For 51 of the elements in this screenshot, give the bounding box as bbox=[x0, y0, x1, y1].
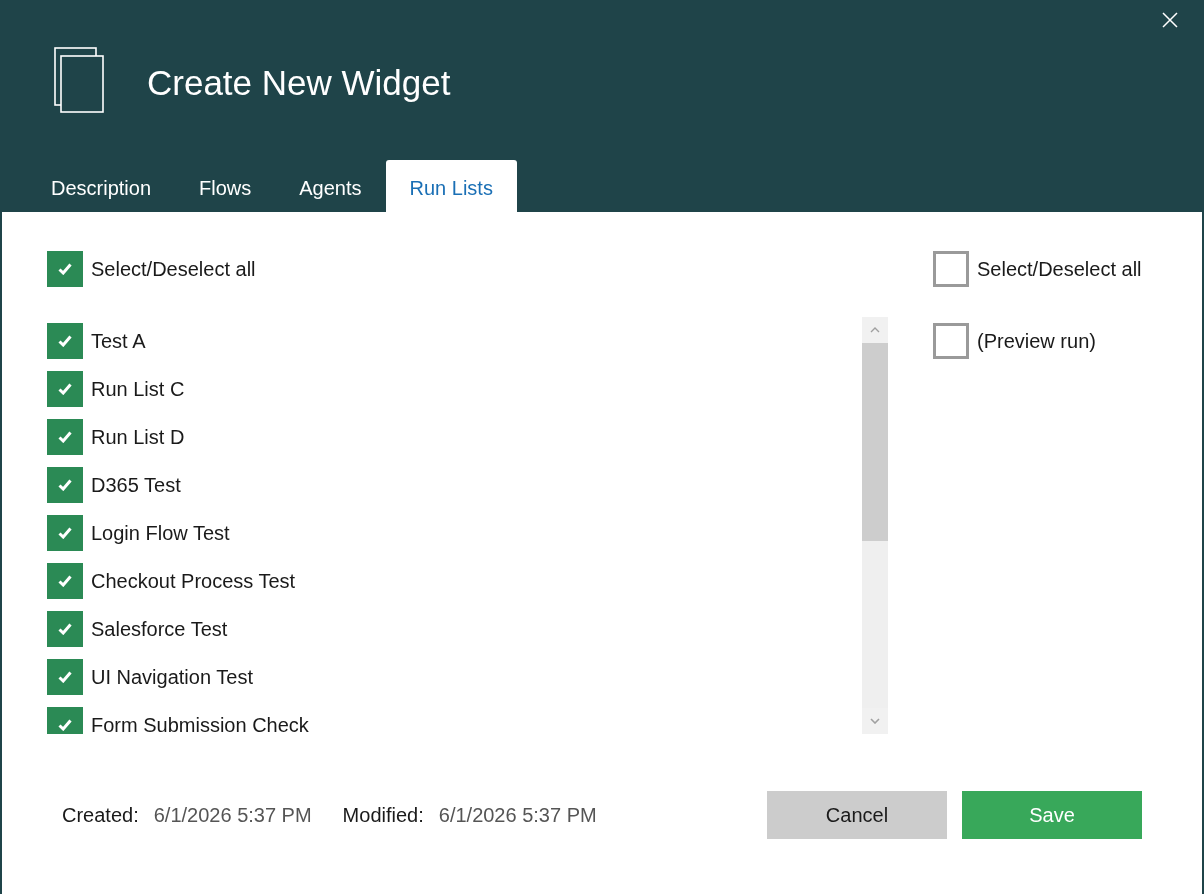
tab[interactable]: Agents bbox=[275, 160, 386, 212]
check-icon bbox=[58, 431, 72, 443]
checkbox-label[interactable]: Run List C bbox=[91, 377, 185, 401]
check-icon bbox=[58, 479, 72, 491]
tab[interactable]: Flows bbox=[175, 160, 276, 212]
close-button[interactable] bbox=[1162, 12, 1178, 28]
checkbox-label[interactable]: UI Navigation Test bbox=[91, 665, 253, 689]
checkbox[interactable] bbox=[933, 323, 969, 359]
checkbox[interactable] bbox=[47, 251, 83, 287]
checkbox-label[interactable]: Login Flow Test bbox=[91, 521, 230, 545]
check-icon bbox=[58, 527, 72, 539]
check-icon bbox=[58, 383, 72, 395]
checkbox-label[interactable]: Checkout Process Test bbox=[91, 569, 296, 593]
checkbox-label[interactable]: (Preview run) bbox=[977, 329, 1096, 353]
documents-icon bbox=[54, 47, 104, 113]
checkbox[interactable] bbox=[47, 467, 83, 503]
tab[interactable]: Run Lists bbox=[385, 160, 517, 212]
scrollbar-thumb[interactable] bbox=[862, 343, 888, 541]
checkbox[interactable] bbox=[47, 323, 83, 359]
scrollbar[interactable] bbox=[862, 317, 888, 734]
chevron-down-icon bbox=[870, 718, 880, 724]
check-icon bbox=[58, 623, 72, 635]
cancel-button[interactable]: Cancel bbox=[767, 791, 947, 839]
check-icon bbox=[58, 575, 72, 587]
check-icon bbox=[58, 263, 72, 275]
checkbox-label[interactable]: D365 Test bbox=[91, 473, 181, 497]
checkbox[interactable] bbox=[47, 515, 83, 551]
checkbox[interactable] bbox=[47, 659, 83, 695]
chevron-up-icon bbox=[870, 327, 880, 333]
checkbox[interactable] bbox=[47, 611, 83, 647]
checkbox-label[interactable]: Select/Deselect all bbox=[977, 257, 1142, 281]
window-title: Create New Widget bbox=[147, 63, 451, 103]
checkbox-label[interactable]: Select/Deselect all bbox=[91, 257, 256, 281]
created-value: 6/1/2026 5:37 PM bbox=[153, 803, 312, 827]
checkbox[interactable] bbox=[47, 419, 83, 455]
check-icon bbox=[58, 671, 72, 683]
created-label: Created: bbox=[62, 803, 139, 827]
checkbox-label[interactable]: Run List D bbox=[91, 425, 185, 449]
checkbox-label[interactable]: Form Submission Check bbox=[91, 713, 309, 734]
checkbox-label[interactable]: Salesforce Test bbox=[91, 617, 228, 641]
checkbox[interactable] bbox=[47, 371, 83, 407]
checkbox[interactable] bbox=[47, 563, 83, 599]
check-icon bbox=[58, 719, 72, 731]
checkbox-label[interactable]: Test A bbox=[91, 329, 146, 353]
checkbox[interactable] bbox=[933, 251, 969, 287]
close-icon bbox=[1162, 12, 1178, 28]
check-icon bbox=[58, 335, 72, 347]
modified-value: 6/1/2026 5:37 PM bbox=[438, 803, 597, 827]
checkbox[interactable] bbox=[47, 707, 83, 734]
tab[interactable]: Description bbox=[27, 160, 176, 212]
modified-label: Modified: bbox=[342, 803, 424, 827]
